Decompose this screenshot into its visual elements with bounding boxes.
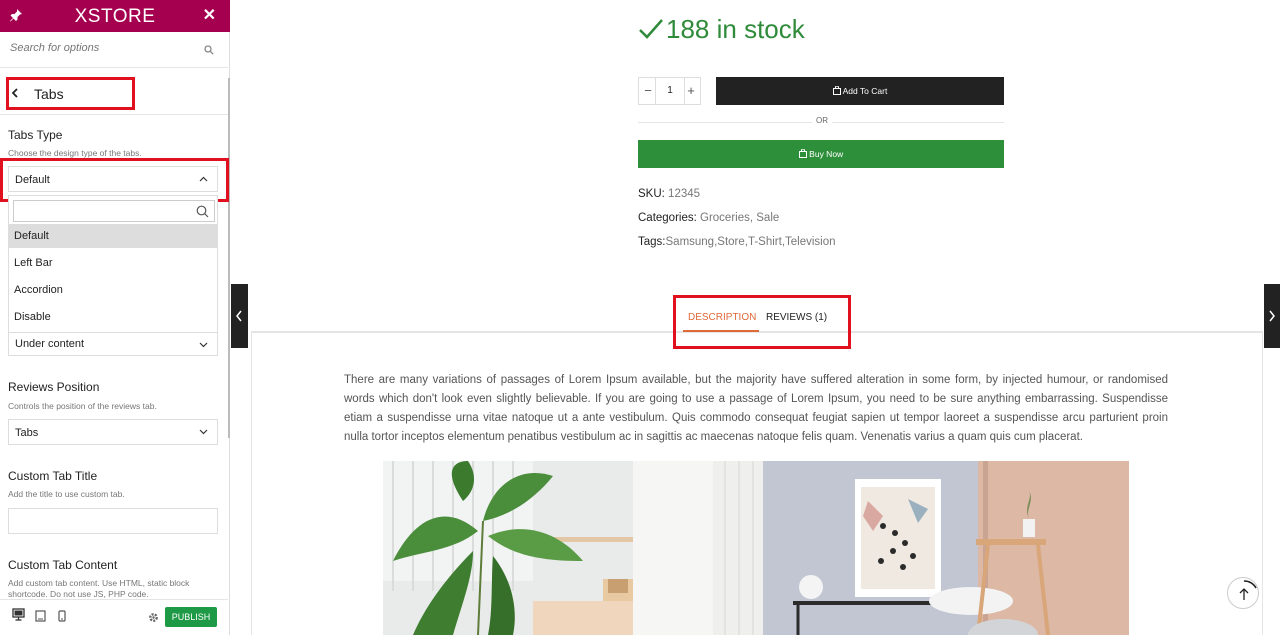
options-search (0, 32, 228, 68)
reviews-position-select[interactable]: Tabs (8, 419, 218, 445)
custom-tab-content-label: Custom Tab Content (8, 558, 118, 572)
desktop-icon[interactable] (12, 608, 25, 621)
sidebar-scrollbar[interactable] (228, 78, 230, 438)
description-text: There are many variations of passages of… (344, 374, 1168, 443)
interior-photo (383, 461, 1129, 635)
reviews-position-desc: Controls the position of the reviews tab… (8, 401, 157, 411)
stock-text: 188 in stock (666, 14, 805, 44)
chevron-left-icon[interactable] (11, 88, 19, 98)
sku-row: SKU: 12345 (638, 188, 700, 200)
tabs-type-value: Default (15, 174, 50, 186)
sku-label: SKU: (638, 188, 665, 200)
chevron-right-icon (1269, 310, 1275, 322)
chevron-up-icon (199, 176, 208, 182)
categories-label: Categories: (638, 212, 697, 224)
tabs-type-desc: Choose the design type of the tabs. (8, 148, 142, 158)
gear-icon[interactable] (148, 612, 159, 623)
buy-now-label: Buy Now (809, 149, 844, 159)
options-search-input[interactable] (10, 42, 195, 54)
custom-tab-title-input[interactable] (8, 508, 218, 534)
reviews-position-value: Tabs (15, 427, 39, 439)
dropdown-option-disable[interactable]: Disable (9, 305, 217, 329)
chevron-down-icon (199, 342, 208, 348)
tabs-type-dropdown: Default Left Bar Accordion Disable (8, 195, 218, 333)
progress-ring-icon (1239, 580, 1257, 600)
publish-button[interactable]: PUBLISH (165, 607, 217, 627)
product-image (383, 461, 1129, 635)
sidebar-header: XSTORE ✕ (0, 0, 230, 32)
dropdown-option-default[interactable]: Default (9, 224, 217, 248)
back-to-parent[interactable]: Tabs (0, 68, 228, 115)
bag-icon (798, 148, 807, 158)
xstore-logo: XSTORE (74, 6, 156, 27)
dropdown-search-input[interactable] (13, 200, 215, 222)
customizer-sidebar: XSTORE ✕ Tabs Tabs Type Choose the desig… (0, 0, 230, 635)
quantity-plus-button[interactable]: + (684, 83, 698, 98)
checkmark-icon (639, 19, 663, 39)
search-icon (196, 205, 209, 218)
add-to-cart-label: Add To Cart (842, 86, 888, 96)
stock-status: 188 in stock (638, 14, 805, 45)
quantity-stepper: − 1 + (638, 77, 701, 105)
add-to-cart-button[interactable]: Add To Cart (716, 77, 1004, 105)
tab-description[interactable]: DESCRIPTION (688, 312, 756, 323)
scroll-to-top-button[interactable] (1227, 577, 1259, 609)
prev-product-arrow[interactable] (231, 284, 248, 348)
sku-value: 12345 (668, 188, 701, 200)
search-icon[interactable] (204, 45, 214, 55)
bag-icon (832, 85, 841, 95)
chevron-down-icon (199, 429, 208, 435)
tabs-position-value: Under content (15, 338, 85, 350)
or-separator: OR (812, 116, 832, 125)
product-preview: 188 in stock − 1 + Add To Cart OR Buy No… (231, 0, 1280, 635)
custom-tab-title-label: Custom Tab Title (8, 469, 98, 483)
reviews-position-label: Reviews Position (8, 380, 100, 394)
categories-row: Categories: Groceries, Sale (638, 212, 779, 224)
tablet-icon[interactable] (35, 610, 46, 622)
mobile-icon[interactable] (58, 610, 66, 622)
chevron-left-icon (236, 310, 242, 322)
buy-now-button[interactable]: Buy Now (638, 140, 1004, 168)
tags-label: Tags: (638, 236, 666, 248)
quantity-minus-button[interactable]: − (641, 83, 655, 98)
dropdown-option-left-bar[interactable]: Left Bar (9, 251, 217, 275)
custom-tab-title-desc: Add the title to use custom tab. (8, 489, 125, 499)
tabs-type-label: Tabs Type (8, 128, 63, 142)
custom-tab-content-desc: Add custom tab content. Use HTML, static… (8, 578, 190, 599)
tab-reviews[interactable]: REVIEWS (1) (766, 312, 827, 323)
dropdown-option-accordion[interactable]: Accordion (9, 278, 217, 302)
tags-links[interactable]: Samsung,Store,T-Shirt,Television (666, 236, 836, 248)
active-tab-underline (683, 330, 759, 332)
next-product-arrow[interactable] (1264, 284, 1280, 348)
sidebar-footer: PUBLISH (0, 599, 228, 635)
tags-row: Tags:Samsung,Store,T-Shirt,Television (638, 236, 836, 248)
tabs-position-select[interactable]: Under content (8, 332, 218, 356)
categories-links[interactable]: Groceries, Sale (700, 212, 779, 224)
close-icon[interactable]: ✕ (203, 5, 216, 25)
tabs-type-select[interactable]: Default (8, 166, 218, 192)
quantity-input[interactable]: 1 (655, 78, 685, 104)
section-title: Tabs (34, 86, 64, 102)
